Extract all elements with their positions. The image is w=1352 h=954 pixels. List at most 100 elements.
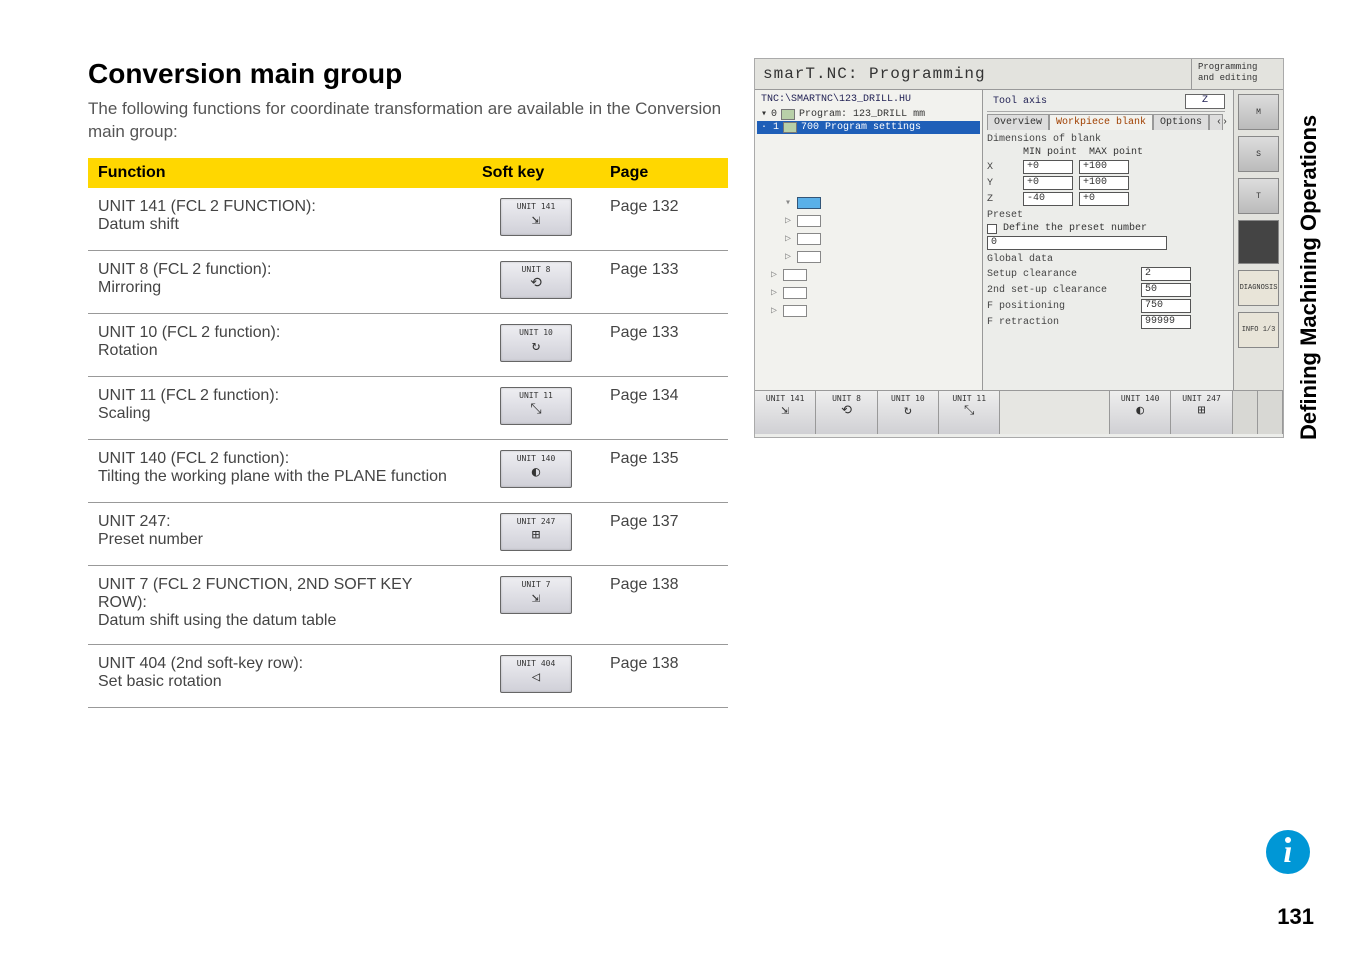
softkey-button[interactable]: UNIT 247⊞ <box>500 513 572 551</box>
sc-softkey-label: UNIT 8 <box>816 394 876 403</box>
x-min-input[interactable]: +0 <box>1023 160 1073 174</box>
preset-number-input[interactable]: 0 <box>987 236 1167 250</box>
sc-softkey[interactable]: UNIT 10↻ <box>878 391 939 434</box>
table-row: UNIT 8 (FCL 2 function):MirroringUNIT 8⟲… <box>88 250 728 313</box>
struct-box[interactable] <box>783 269 807 281</box>
sc-softkey[interactable]: UNIT 8⟲ <box>816 391 877 434</box>
struct-box[interactable] <box>783 287 807 299</box>
program-icon <box>781 109 795 120</box>
softkey-button[interactable]: UNIT 140◐ <box>500 450 572 488</box>
func-line1: UNIT 140 (FCL 2 function): <box>98 450 462 468</box>
sc-softkey-label: UNIT 10 <box>878 394 938 403</box>
sc-softkey-glyph-icon: ⟲ <box>816 403 876 418</box>
func-line1: UNIT 11 (FCL 2 function): <box>98 387 462 405</box>
tree-row-0[interactable]: ▾0 Program: 123_DRILL mm <box>757 107 980 121</box>
sc-left-panel: TNC:\SMARTNC\123_DRILL.HU ▾0 Program: 12… <box>755 90 983 390</box>
preset-checkbox[interactable] <box>987 224 997 234</box>
softkey-glyph-icon: ◐ <box>501 465 571 479</box>
tree-txt-1: 700 Program settings <box>801 122 921 133</box>
x-label: X <box>987 162 1017 173</box>
tab-options[interactable]: Options <box>1153 114 1209 130</box>
tree-row-1[interactable]: · 1 700 Program settings <box>757 121 980 134</box>
sc-right-panel: Tool axis Z Overview Workpiece blank Opt… <box>983 90 1283 390</box>
dim-label: Dimensions of blank <box>987 134 1225 145</box>
page-cell: Page 138 <box>600 565 728 644</box>
softkey-button[interactable]: UNIT 404◁ <box>500 655 572 693</box>
func-line2: Tilting the working plane with the PLANE… <box>98 468 462 486</box>
tool-axis-label: Tool axis <box>987 94 1053 109</box>
sc-title: smarT.NC: Programming <box>755 59 1191 89</box>
preview-icon[interactable] <box>1238 220 1279 264</box>
softkey-label: UNIT 141 <box>501 202 571 211</box>
struct-box[interactable] <box>797 197 821 209</box>
th-softkey: Soft key <box>472 158 600 188</box>
diagnosis-icon[interactable]: DIAGNOSIS <box>1238 270 1279 306</box>
softkey-button[interactable]: UNIT 11⤡ <box>500 387 572 425</box>
y-label: Y <box>987 178 1017 189</box>
icon-column: M S T DIAGNOSIS INFO 1/3 <box>1233 90 1283 390</box>
sc-softkey[interactable]: UNIT 140◐ <box>1110 391 1171 434</box>
func-cell: UNIT 247:Preset number <box>88 502 472 565</box>
struct-box[interactable] <box>797 251 821 263</box>
func-line1: UNIT 7 (FCL 2 FUNCTION, 2ND SOFT KEY ROW… <box>98 576 462 612</box>
fret-input[interactable]: 99999 <box>1141 315 1191 329</box>
softkey-cell: UNIT 404◁ <box>472 644 600 707</box>
sc-softkey[interactable]: UNIT 11⤡ <box>939 391 1000 434</box>
tab-workpiece[interactable]: Workpiece blank <box>1049 114 1153 130</box>
softkey-button[interactable]: UNIT 10↻ <box>500 324 572 362</box>
sc-softkey[interactable] <box>1000 391 1110 434</box>
m-icon[interactable]: M <box>1238 94 1279 130</box>
softkey-label: UNIT 10 <box>501 328 571 337</box>
struct-box[interactable] <box>797 215 821 227</box>
softkey-cell: UNIT 141 ⇲ <box>472 188 600 251</box>
tool-axis-value[interactable]: Z <box>1185 94 1225 109</box>
struct-box[interactable] <box>783 305 807 317</box>
func-cell: UNIT 141 (FCL 2 FUNCTION):Datum shift <box>88 188 472 251</box>
softkey-button[interactable]: UNIT 8⟲ <box>500 261 572 299</box>
table-row: UNIT 247:Preset numberUNIT 247⊞Page 137 <box>88 502 728 565</box>
func-line2: Datum shift using the datum table <box>98 612 462 630</box>
sc-softkey-label: UNIT 141 <box>755 394 815 403</box>
func-line2: Preset number <box>98 531 462 549</box>
tree-idx-0: 0 <box>771 109 777 120</box>
s-icon[interactable]: S <box>1238 136 1279 172</box>
cnc-screenshot: smarT.NC: Programming Programming and ed… <box>754 58 1284 438</box>
fpos-input[interactable]: 750 <box>1141 299 1191 313</box>
softkey-glyph-icon: ⇲ <box>501 591 571 605</box>
setup-clear-input[interactable]: 2 <box>1141 267 1191 281</box>
sc-softkey[interactable]: UNIT 247⊞ <box>1171 391 1232 434</box>
z-max-input[interactable]: +0 <box>1079 192 1129 206</box>
sc-softkey[interactable]: UNIT 141⇲ <box>755 391 816 434</box>
info-panel-icon[interactable]: INFO 1/3 <box>1238 312 1279 348</box>
sc-softkey-nav[interactable] <box>1233 391 1258 434</box>
softkey-cell: UNIT 10↻ <box>472 313 600 376</box>
func-cell: UNIT 7 (FCL 2 FUNCTION, 2ND SOFT KEY ROW… <box>88 565 472 644</box>
page-number: 131 <box>1277 904 1314 930</box>
sc-softkey-nav[interactable] <box>1258 391 1283 434</box>
info-icon[interactable]: ı <box>1266 830 1310 874</box>
struct-box[interactable] <box>797 233 821 245</box>
softkey-button[interactable]: UNIT 141 ⇲ <box>500 198 572 236</box>
preset-check-label: Define the preset number <box>1003 223 1147 234</box>
y-max-input[interactable]: +100 <box>1079 176 1129 190</box>
softkey-label: UNIT 7 <box>501 580 571 589</box>
table-row: UNIT 10 (FCL 2 function):RotationUNIT 10… <box>88 313 728 376</box>
second-clear-input[interactable]: 50 <box>1141 283 1191 297</box>
sc-softkey-glyph-icon: ↻ <box>878 403 938 418</box>
global-label: Global data <box>987 254 1225 265</box>
table-row: UNIT 7 (FCL 2 FUNCTION, 2ND SOFT KEY ROW… <box>88 565 728 644</box>
y-min-input[interactable]: +0 <box>1023 176 1073 190</box>
tab-overview[interactable]: Overview <box>987 114 1049 130</box>
tab-scroll[interactable]: ‹› <box>1209 114 1223 130</box>
x-max-input[interactable]: +100 <box>1079 160 1129 174</box>
softkey-glyph-icon: ⇲ <box>501 213 571 227</box>
min-label: MIN point <box>1023 147 1083 158</box>
table-row: UNIT 140 (FCL 2 function):Tilting the wo… <box>88 439 728 502</box>
t-icon[interactable]: T <box>1238 178 1279 214</box>
z-min-input[interactable]: -40 <box>1023 192 1073 206</box>
softkey-button[interactable]: UNIT 7 ⇲ <box>500 576 572 614</box>
softkey-glyph-icon: ⟲ <box>501 276 571 290</box>
fpos-label: F positioning <box>987 301 1135 312</box>
func-cell: UNIT 11 (FCL 2 function):Scaling <box>88 376 472 439</box>
sc-softkey-label: UNIT 11 <box>939 394 999 403</box>
